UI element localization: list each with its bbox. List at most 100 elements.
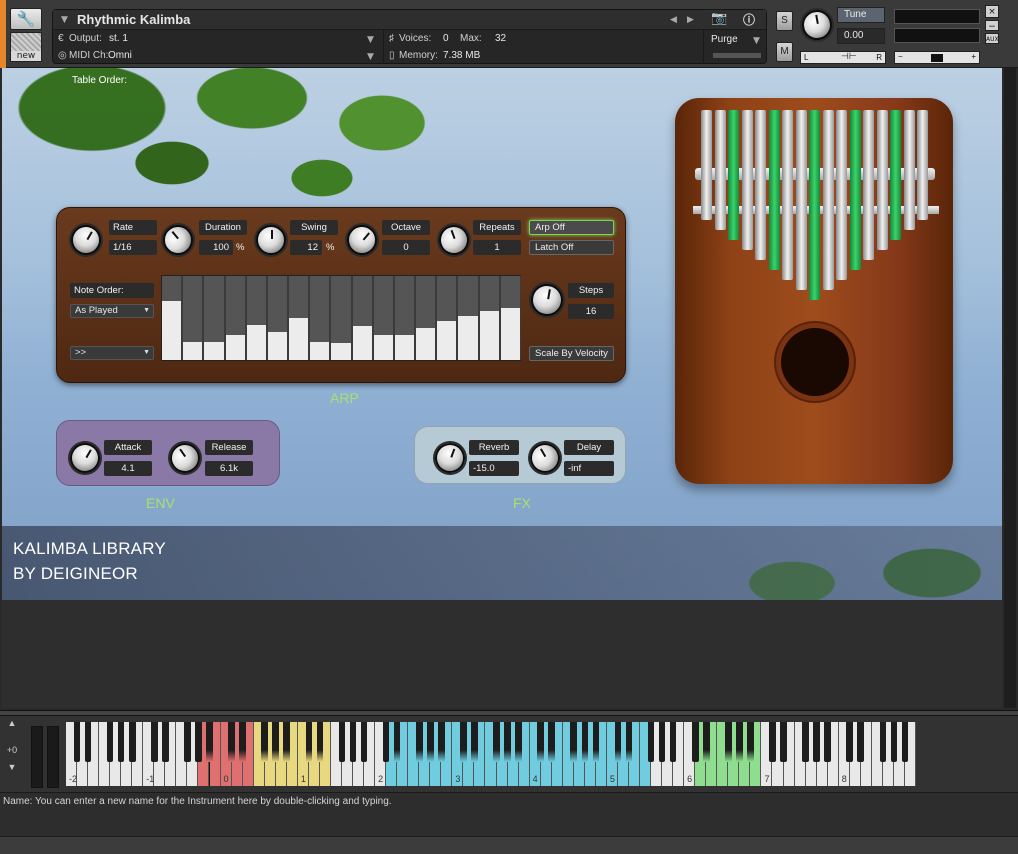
pan-slider[interactable]: L ⊣⊢ R	[800, 51, 886, 64]
black-key[interactable]	[283, 722, 291, 762]
black-key[interactable]	[625, 722, 633, 762]
step-column[interactable]	[331, 276, 352, 360]
solo-button[interactable]: S	[776, 11, 793, 31]
black-key[interactable]	[769, 722, 776, 762]
swing-knob[interactable]	[256, 225, 286, 255]
pitch-wheel[interactable]	[31, 726, 43, 788]
black-key[interactable]	[393, 722, 401, 762]
black-key[interactable]	[239, 722, 246, 762]
pan-handle[interactable]: ⊣⊢	[841, 51, 857, 62]
tune-value[interactable]: 0.00	[837, 28, 885, 44]
black-key[interactable]	[736, 722, 743, 762]
black-key[interactable]	[106, 722, 114, 762]
octave-down-icon[interactable]: ▼	[3, 762, 21, 772]
black-key[interactable]	[349, 722, 357, 762]
octave-value[interactable]: 0	[382, 240, 430, 255]
step-column[interactable]	[479, 276, 500, 360]
black-key[interactable]	[548, 722, 555, 762]
volume-minus[interactable]: −	[898, 52, 903, 61]
instrument-dropdown-icon[interactable]: ▼	[61, 15, 68, 25]
purge-button[interactable]: Purge	[711, 34, 738, 45]
mod-wheel[interactable]	[47, 726, 59, 788]
black-key[interactable]	[669, 722, 677, 762]
black-key[interactable]	[614, 722, 622, 762]
black-key[interactable]	[691, 722, 699, 762]
max-voices-value[interactable]: 32	[495, 33, 506, 44]
step-column[interactable]	[352, 276, 373, 360]
volume-plus[interactable]: +	[971, 52, 976, 61]
black-key[interactable]	[570, 722, 578, 762]
step-column[interactable]	[458, 276, 479, 360]
black-key[interactable]	[228, 722, 235, 762]
purge-dropdown-icon[interactable]: ▼	[753, 36, 760, 46]
piano-keyboard[interactable]: -2 -1 0 1 2 3 4 5 6 7 8	[66, 722, 916, 786]
volume-handle[interactable]	[931, 54, 943, 62]
new-instrument-button[interactable]: new	[10, 32, 42, 62]
direction-dropdown[interactable]: >> ▼	[70, 346, 154, 360]
arp-off-button[interactable]: Arp Off	[529, 220, 614, 235]
black-key[interactable]	[515, 722, 522, 762]
black-key[interactable]	[438, 722, 445, 762]
black-key[interactable]	[846, 722, 854, 762]
black-key[interactable]	[702, 722, 710, 762]
wrench-icon[interactable]: 🔧	[10, 8, 42, 30]
black-key[interactable]	[647, 722, 655, 762]
close-icon[interactable]: ×	[985, 5, 999, 18]
black-key[interactable]	[780, 722, 787, 762]
rate-value[interactable]: 1/16	[109, 240, 157, 255]
step-column[interactable]	[416, 276, 437, 360]
note-order-dropdown[interactable]: As Played ▼	[70, 304, 154, 318]
step-column[interactable]	[246, 276, 267, 360]
minimize-icon[interactable]: −	[985, 20, 999, 32]
black-key[interactable]	[658, 722, 666, 762]
black-key[interactable]	[581, 722, 589, 762]
black-key[interactable]	[426, 722, 434, 762]
black-key[interactable]	[857, 722, 865, 762]
black-key[interactable]	[879, 722, 887, 762]
output-dropdown-icon[interactable]: ▼	[367, 35, 374, 45]
black-key[interactable]	[305, 722, 313, 762]
step-column[interactable]	[394, 276, 416, 360]
black-key[interactable]	[261, 722, 268, 762]
black-key[interactable]	[890, 722, 898, 762]
midi-value[interactable]: Omni	[108, 50, 132, 61]
scale-by-velocity-button[interactable]: Scale By Velocity	[529, 346, 614, 361]
step-column[interactable]	[310, 276, 331, 360]
black-key[interactable]	[162, 722, 169, 762]
duration-value[interactable]: 100	[199, 240, 233, 255]
black-key[interactable]	[128, 722, 136, 762]
black-key[interactable]	[725, 722, 732, 762]
octave-up-icon[interactable]: ▲	[3, 718, 21, 728]
delay-value[interactable]: -inf	[564, 461, 614, 476]
next-instrument-icon[interactable]: ▶	[687, 15, 694, 25]
step-column[interactable]	[289, 276, 310, 360]
black-key[interactable]	[84, 722, 92, 762]
info-icon[interactable]: ⓘ	[743, 11, 755, 28]
black-key[interactable]	[382, 722, 390, 762]
step-column[interactable]	[162, 276, 183, 360]
rack-scrollbar[interactable]	[1004, 68, 1016, 708]
prev-instrument-icon[interactable]: ◀	[670, 15, 677, 25]
black-key[interactable]	[504, 722, 511, 762]
black-key[interactable]	[272, 722, 280, 762]
black-key[interactable]	[813, 722, 820, 762]
step-column[interactable]	[373, 276, 394, 360]
black-key[interactable]	[824, 722, 831, 762]
black-key[interactable]	[415, 722, 423, 762]
output-value[interactable]: st. 1	[109, 33, 128, 44]
black-key[interactable]	[151, 722, 158, 762]
step-column[interactable]	[500, 276, 521, 360]
step-column[interactable]	[437, 276, 458, 360]
black-key[interactable]	[184, 722, 191, 762]
black-key[interactable]	[460, 722, 467, 762]
camera-icon[interactable]: 📷	[711, 11, 727, 26]
midi-dropdown-icon[interactable]: ▼	[367, 52, 374, 62]
black-key[interactable]	[901, 722, 909, 762]
steps-value[interactable]: 16	[568, 304, 614, 319]
step-column[interactable]	[183, 276, 204, 360]
black-key[interactable]	[195, 722, 202, 762]
tune-knob[interactable]	[799, 7, 835, 43]
step-column[interactable]	[267, 276, 289, 360]
black-key[interactable]	[117, 722, 125, 762]
black-key[interactable]	[493, 722, 500, 762]
